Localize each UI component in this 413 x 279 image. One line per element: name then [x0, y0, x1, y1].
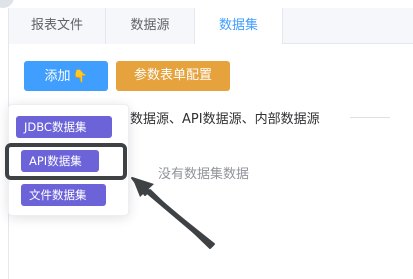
menu-item-api-dataset[interactable]: API数据集: [21, 150, 99, 172]
empty-state-text: 没有数据集数据: [158, 167, 250, 182]
menu-item-file-dataset[interactable]: 文件数据集: [21, 184, 106, 206]
pointing-hand-icon: 👇: [72, 69, 88, 83]
add-button[interactable]: 添加 👇: [24, 61, 108, 91]
tab-data-sources[interactable]: 数据源: [106, 8, 195, 44]
tab-report-files[interactable]: 报表文件: [8, 8, 106, 44]
menu-item-jdbc-dataset[interactable]: JDBC数据集: [16, 116, 112, 138]
screen: 报表文件 数据源 数据集 添加 👇 参数表单配置 数据源、API数据源、内部数据源…: [0, 0, 413, 279]
divider-line: [350, 117, 390, 118]
tab-bar: 报表文件 数据源 数据集: [8, 8, 413, 45]
tab-datasets[interactable]: 数据集: [195, 8, 283, 45]
add-button-label: 添加: [44, 69, 71, 84]
top-strip: [0, 0, 413, 8]
description-text: 数据源、API数据源、内部数据源: [130, 112, 320, 127]
param-form-config-button[interactable]: 参数表单配置: [116, 61, 230, 91]
